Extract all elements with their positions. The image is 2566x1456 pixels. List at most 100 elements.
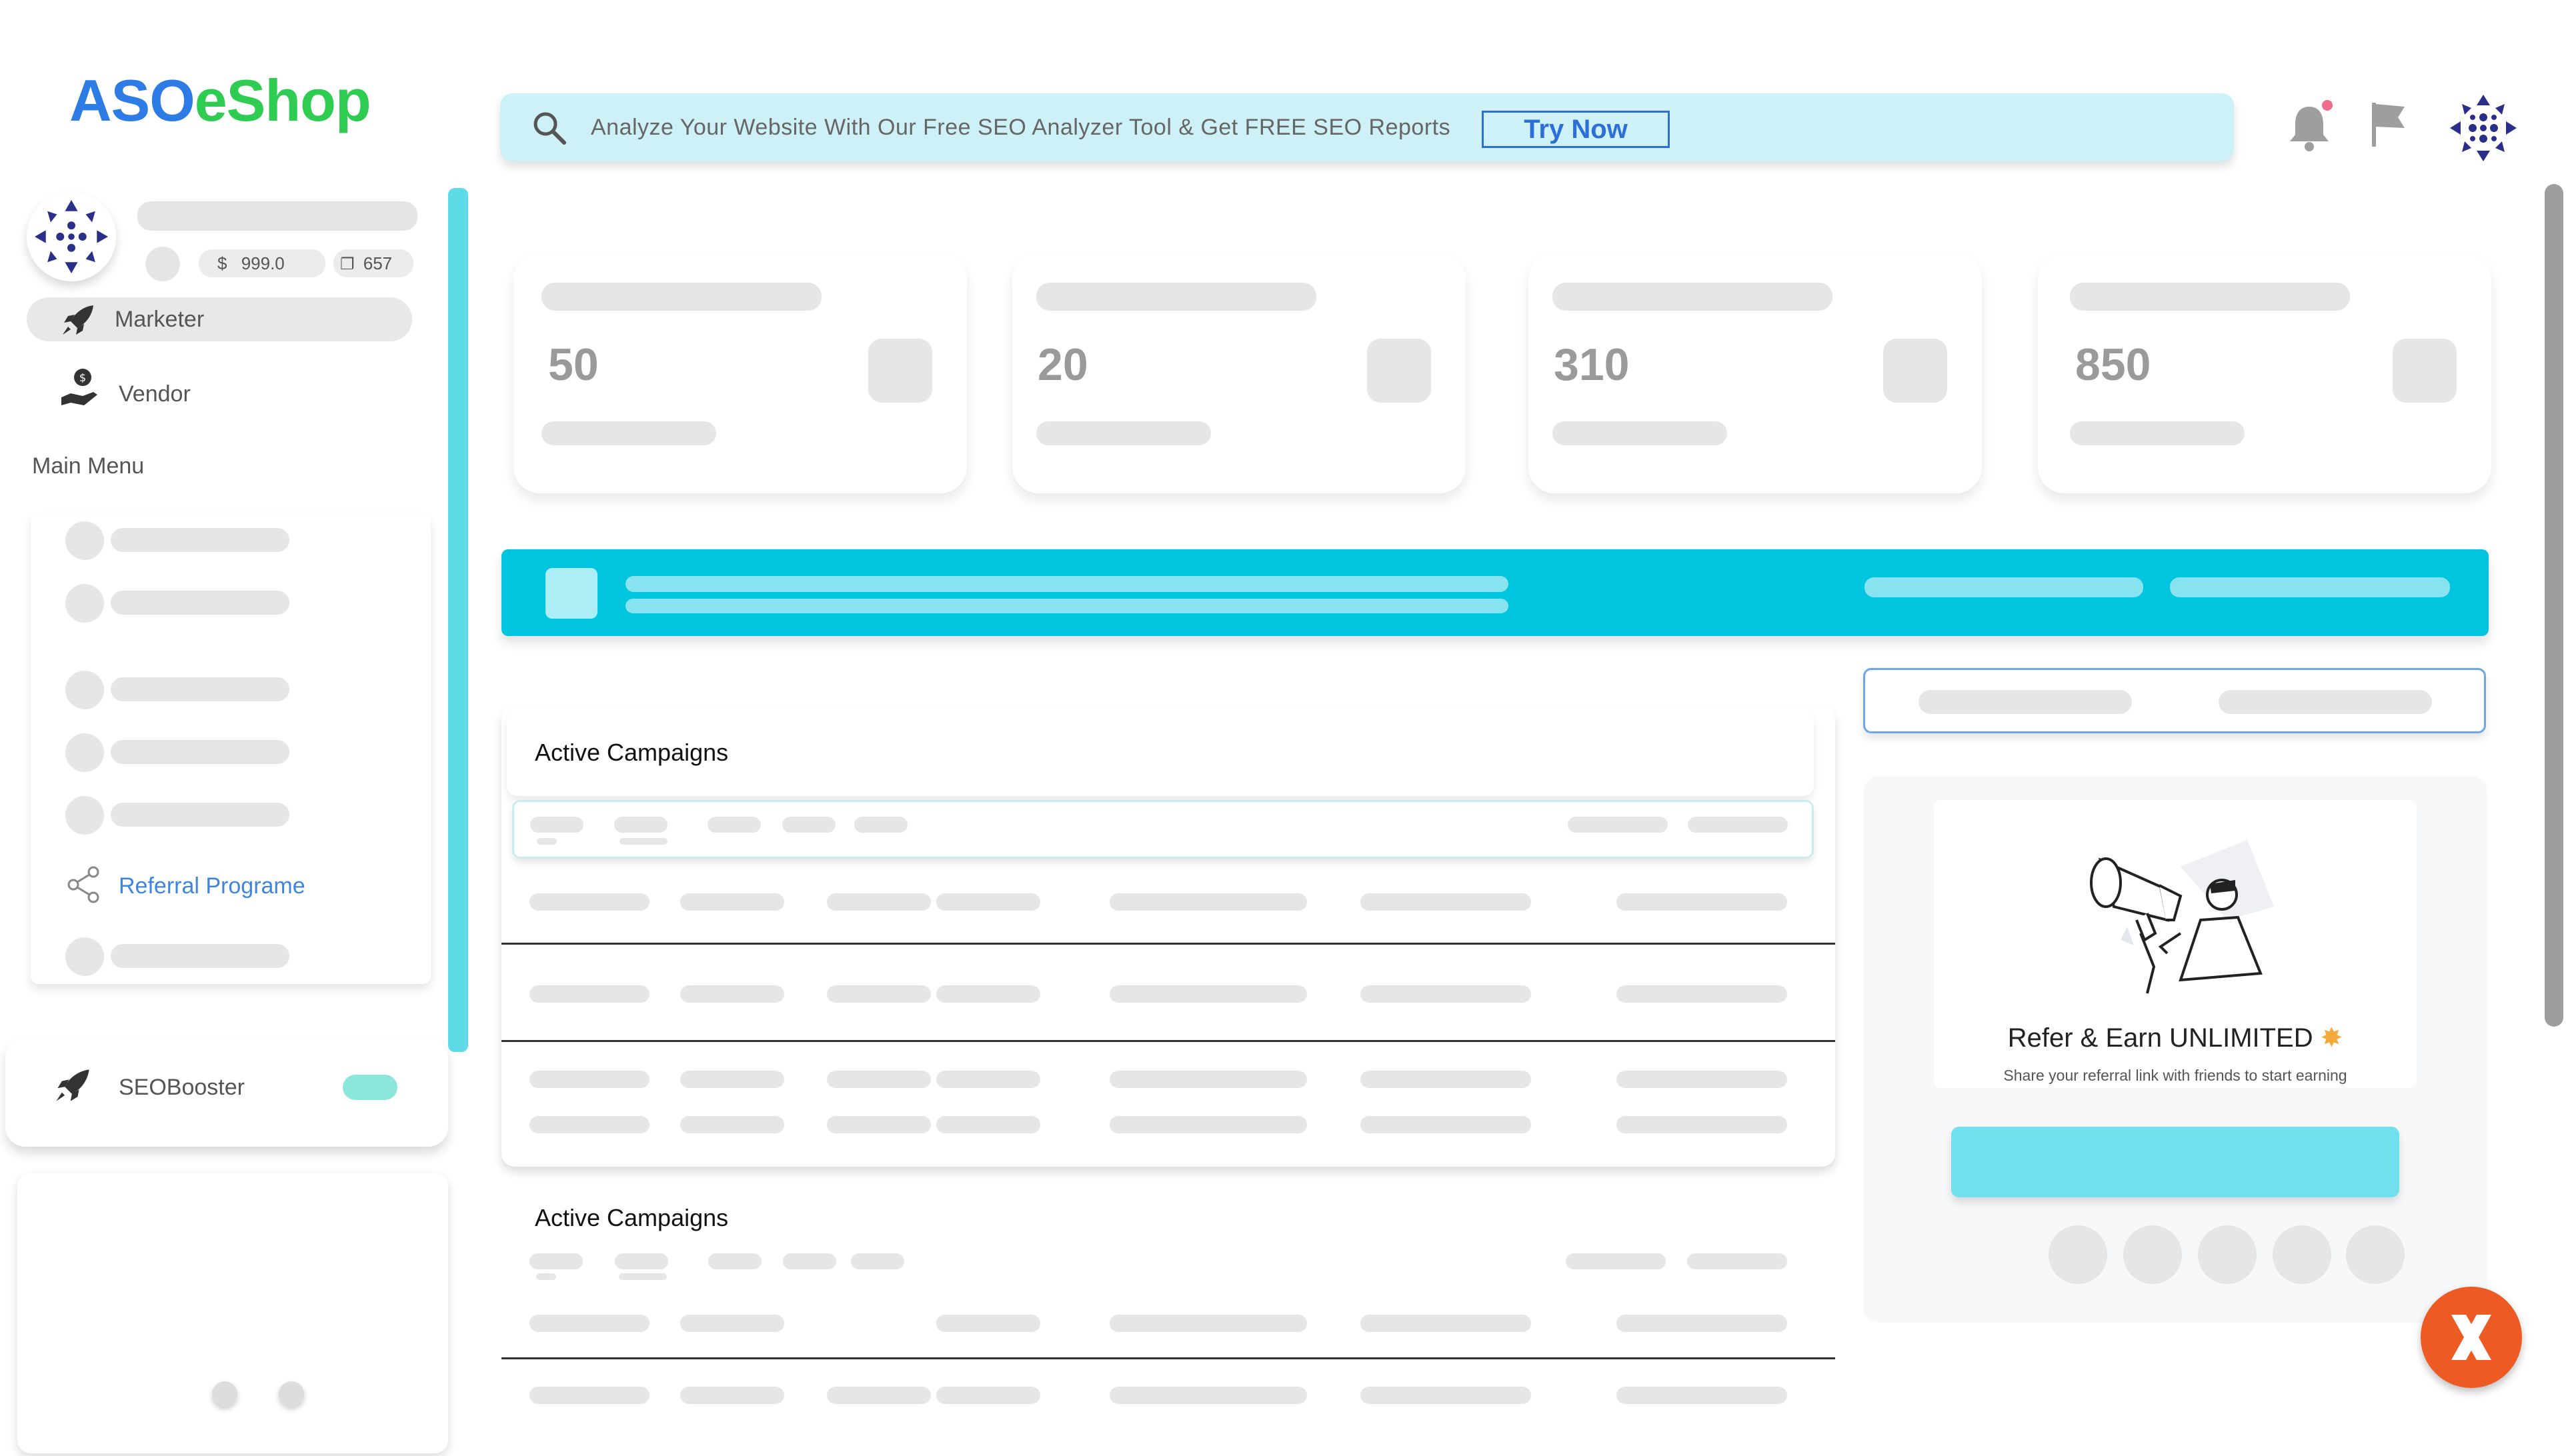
menu-item-placeholder[interactable] bbox=[111, 677, 289, 701]
cell-placeholder bbox=[936, 893, 1040, 911]
stat-value: 850 bbox=[2075, 339, 2151, 390]
column-header-placeholder[interactable] bbox=[708, 1253, 762, 1269]
announcement-action-placeholder[interactable] bbox=[1864, 577, 2143, 597]
cell-placeholder bbox=[680, 1116, 784, 1133]
cell-placeholder bbox=[680, 985, 784, 1003]
social-share-icon-placeholder[interactable] bbox=[2123, 1225, 2182, 1284]
menu-item-icon-placeholder[interactable] bbox=[65, 796, 104, 835]
cell-placeholder bbox=[1616, 1315, 1787, 1332]
bell-icon[interactable] bbox=[2286, 100, 2333, 153]
stat-value: 50 bbox=[548, 339, 599, 390]
stat-label-placeholder bbox=[1036, 283, 1316, 311]
column-header-placeholder[interactable] bbox=[530, 817, 583, 833]
stat-value: 310 bbox=[1554, 339, 1630, 390]
menu-item-icon-placeholder[interactable] bbox=[65, 733, 104, 772]
cell-placeholder bbox=[827, 893, 931, 911]
table-column-header-row bbox=[512, 800, 1814, 859]
balance-value: 999.0 bbox=[241, 253, 285, 273]
cell-placeholder bbox=[1110, 985, 1307, 1003]
column-header-placeholder[interactable] bbox=[851, 1253, 904, 1269]
announcement-action-placeholder[interactable] bbox=[2170, 577, 2450, 597]
seo-booster-toggle[interactable] bbox=[343, 1075, 397, 1100]
referral-action-button[interactable] bbox=[1951, 1127, 2399, 1197]
cell-placeholder bbox=[529, 893, 650, 911]
table-title: Active Campaigns bbox=[535, 1204, 729, 1231]
cell-placeholder bbox=[680, 1315, 784, 1332]
sidebar-scrollbar[interactable] bbox=[448, 188, 468, 1052]
cell-placeholder bbox=[1110, 1387, 1307, 1404]
stat-icon-placeholder bbox=[868, 339, 932, 403]
page-scrollbar[interactable] bbox=[2545, 184, 2563, 1027]
social-share-icon-placeholder[interactable] bbox=[2198, 1225, 2257, 1284]
role-vendor[interactable]: $ Vendor bbox=[27, 367, 412, 413]
menu-item-placeholder[interactable] bbox=[111, 591, 289, 615]
dollar-icon: $ bbox=[217, 253, 227, 273]
stat-card: 50 bbox=[513, 253, 967, 493]
referral-program-link[interactable]: Referral Programe bbox=[119, 873, 305, 899]
menu-item-placeholder[interactable] bbox=[111, 740, 289, 764]
column-header-placeholder[interactable] bbox=[782, 817, 836, 833]
tab-placeholder[interactable] bbox=[1918, 690, 2132, 714]
menu-item-icon-placeholder[interactable] bbox=[65, 671, 104, 709]
balance-chip: $ 999.0 bbox=[199, 249, 325, 277]
cell-placeholder bbox=[827, 1387, 931, 1404]
sidebar-bottom-panel bbox=[17, 1173, 448, 1453]
column-header-placeholder[interactable] bbox=[854, 817, 908, 833]
social-share-icon-placeholder[interactable] bbox=[2346, 1225, 2405, 1284]
star-icon: ✸ bbox=[2320, 1023, 2343, 1053]
x-logo-icon bbox=[2451, 1315, 2491, 1360]
profile-avatar[interactable] bbox=[27, 192, 116, 281]
menu-item-icon-placeholder[interactable] bbox=[65, 584, 104, 623]
column-header-placeholder[interactable] bbox=[1688, 817, 1788, 833]
cell-placeholder bbox=[1360, 1315, 1531, 1332]
column-header-placeholder[interactable] bbox=[615, 1253, 668, 1269]
cell-placeholder bbox=[1360, 1071, 1531, 1088]
cell-placeholder bbox=[1360, 1116, 1531, 1133]
column-header-placeholder[interactable] bbox=[708, 817, 761, 833]
column-header-placeholder[interactable] bbox=[1566, 1253, 1666, 1269]
cell-placeholder bbox=[529, 1315, 650, 1332]
menu-item-placeholder[interactable] bbox=[111, 944, 289, 968]
try-now-button[interactable]: Try Now bbox=[1482, 111, 1670, 148]
sort-indicator bbox=[536, 1273, 556, 1280]
chat-launcher-button[interactable] bbox=[2421, 1287, 2522, 1388]
cell-placeholder bbox=[529, 1387, 650, 1404]
tab-placeholder[interactable] bbox=[2219, 690, 2432, 714]
column-header-placeholder[interactable] bbox=[529, 1253, 583, 1269]
social-share-icon-placeholder[interactable] bbox=[2273, 1225, 2331, 1284]
stat-card: 310 bbox=[1528, 253, 1982, 493]
avatar[interactable] bbox=[2446, 91, 2521, 165]
menu-item-icon-placeholder[interactable] bbox=[65, 937, 104, 976]
pagination-dot[interactable] bbox=[279, 1381, 304, 1407]
role-marketer[interactable]: Marketer bbox=[27, 297, 412, 341]
column-header-placeholder[interactable] bbox=[783, 1253, 836, 1269]
tab-switcher bbox=[1863, 668, 2486, 733]
flag-icon[interactable] bbox=[2365, 97, 2411, 151]
social-share-icon-placeholder[interactable] bbox=[2049, 1225, 2107, 1284]
cell-placeholder bbox=[529, 985, 650, 1003]
table-header: Active Campaigns bbox=[507, 709, 1814, 796]
sort-indicator bbox=[619, 1273, 667, 1280]
column-header-placeholder[interactable] bbox=[1687, 1253, 1787, 1269]
seo-booster-label: SEOBooster bbox=[119, 1075, 245, 1100]
cell-placeholder bbox=[680, 1387, 784, 1404]
row-divider bbox=[501, 943, 1835, 945]
cell-placeholder bbox=[936, 1071, 1040, 1088]
referral-subtitle: Share your referral link with friends to… bbox=[2003, 1067, 2347, 1084]
column-header-placeholder[interactable] bbox=[614, 817, 668, 833]
app-logo[interactable]: ASOeShop bbox=[69, 67, 371, 135]
menu-item-placeholder[interactable] bbox=[111, 803, 289, 827]
column-header-placeholder[interactable] bbox=[1568, 817, 1668, 833]
menu-item-icon-placeholder[interactable] bbox=[65, 521, 104, 560]
sort-indicator bbox=[619, 838, 668, 845]
announcement-icon-placeholder bbox=[545, 568, 597, 619]
cell-placeholder bbox=[936, 985, 1040, 1003]
cell-placeholder bbox=[1616, 985, 1787, 1003]
stat-card: 850 bbox=[2038, 253, 2491, 493]
menu-item-placeholder[interactable] bbox=[111, 528, 289, 552]
stat-label-placeholder bbox=[2070, 283, 2350, 311]
pagination-dot[interactable] bbox=[212, 1381, 237, 1407]
logo-text-eshop: eShop bbox=[194, 67, 371, 133]
role-vendor-label: Vendor bbox=[119, 381, 191, 407]
search-icon bbox=[533, 112, 566, 145]
